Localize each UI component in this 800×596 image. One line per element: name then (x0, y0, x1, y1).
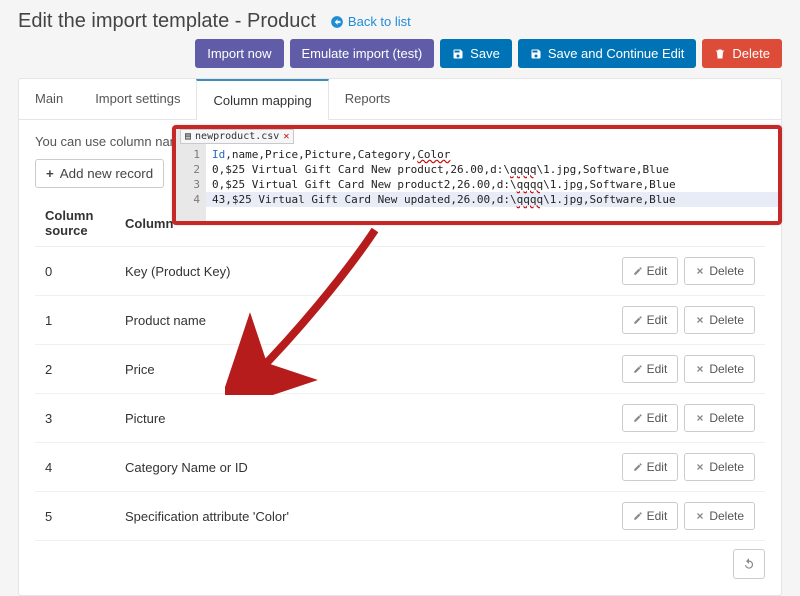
x-icon (695, 511, 705, 521)
import-now-button[interactable]: Import now (195, 39, 283, 68)
pencil-icon (633, 364, 643, 374)
edit-row-button[interactable]: Edit (622, 404, 679, 432)
back-to-list-link[interactable]: Back to list (330, 14, 411, 29)
row-source: 5 (35, 492, 115, 541)
pencil-icon (633, 413, 643, 423)
row-column-name: Key (Product Key) (115, 247, 585, 296)
save-button[interactable]: Save (440, 39, 512, 68)
save-icon (452, 48, 464, 60)
csv-file-tab: ▤ newproduct.csv ✕ (180, 129, 294, 144)
row-column-name: Product name (115, 296, 585, 345)
table-row: 3Picture EditDelete (35, 394, 765, 443)
edit-row-button[interactable]: Edit (622, 257, 679, 285)
table-row: 2Price EditDelete (35, 345, 765, 394)
delete-button[interactable]: Delete (702, 39, 782, 68)
edit-row-button[interactable]: Edit (622, 355, 679, 383)
tab-bar: Main Import settings Column mapping Repo… (19, 79, 781, 120)
tab-main[interactable]: Main (19, 79, 79, 119)
edit-row-button[interactable]: Edit (622, 453, 679, 481)
save-icon (530, 48, 542, 60)
pencil-icon (633, 462, 643, 472)
table-row: 5Specification attribute 'Color' EditDele… (35, 492, 765, 541)
row-column-name: Specification attribute 'Color' (115, 492, 585, 541)
back-link-label: Back to list (348, 14, 411, 29)
file-icon: ▤ (185, 131, 191, 142)
delete-row-button[interactable]: Delete (684, 355, 755, 383)
edit-row-button[interactable]: Edit (622, 502, 679, 530)
delete-row-button[interactable]: Delete (684, 257, 755, 285)
tab-import-settings[interactable]: Import settings (79, 79, 196, 119)
row-column-name: Category Name or ID (115, 443, 585, 492)
mapping-table: Column source Column 0Key (Product Key)E… (35, 200, 765, 541)
close-icon: ✕ (283, 131, 289, 142)
x-icon (695, 315, 705, 325)
row-source: 4 (35, 443, 115, 492)
delete-row-button[interactable]: Delete (684, 306, 755, 334)
pencil-icon (633, 266, 643, 276)
edit-row-button[interactable]: Edit (622, 306, 679, 334)
page-header: Edit the import template - Product Back … (0, 0, 800, 39)
row-source: 1 (35, 296, 115, 345)
trash-icon (714, 48, 726, 60)
x-icon (695, 364, 705, 374)
save-continue-button[interactable]: Save and Continue Edit (518, 39, 697, 68)
tab-reports[interactable]: Reports (329, 79, 407, 119)
table-row: 4Category Name or ID EditDelete (35, 443, 765, 492)
x-icon (695, 462, 705, 472)
x-icon (695, 266, 705, 276)
tab-column-mapping[interactable]: Column mapping (196, 79, 328, 120)
add-record-button[interactable]: + Add new record (35, 159, 164, 188)
back-arrow-icon (330, 15, 344, 29)
page-title: Edit the import template - Product (18, 10, 316, 33)
table-row: 0Key (Product Key) EditDelete (35, 247, 765, 296)
row-column-name: Picture (115, 394, 585, 443)
emulate-import-button[interactable]: Emulate import (test) (290, 39, 435, 68)
row-source: 3 (35, 394, 115, 443)
csv-filename: newproduct.csv (195, 131, 279, 142)
table-row: 1Product name EditDelete (35, 296, 765, 345)
delete-row-button[interactable]: Delete (684, 502, 755, 530)
refresh-icon (742, 557, 756, 571)
row-column-name: Price (115, 345, 585, 394)
pencil-icon (633, 511, 643, 521)
delete-row-button[interactable]: Delete (684, 404, 755, 432)
row-source: 2 (35, 345, 115, 394)
row-source: 0 (35, 247, 115, 296)
action-toolbar: Import now Emulate import (test) Save Sa… (0, 39, 800, 78)
pencil-icon (633, 315, 643, 325)
plus-icon: + (46, 166, 54, 181)
csv-preview-callout: ▤ newproduct.csv ✕ 1234 Id,name,Price,Pi… (172, 125, 782, 225)
refresh-button[interactable] (733, 549, 765, 579)
x-icon (695, 413, 705, 423)
col-header-source: Column source (35, 200, 115, 247)
delete-row-button[interactable]: Delete (684, 453, 755, 481)
